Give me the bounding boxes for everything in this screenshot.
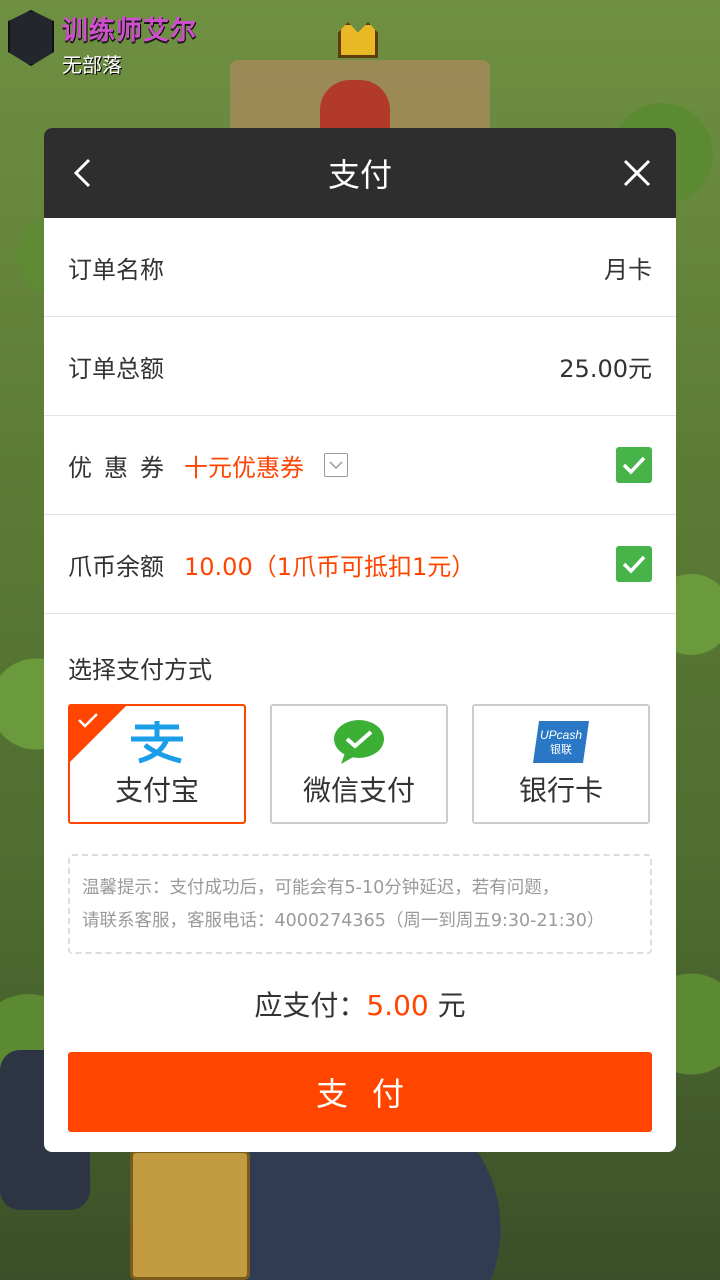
coin-balance-value: 10.00（1爪币可抵扣1元）: [184, 552, 476, 581]
coin-checkbox[interactable]: [616, 546, 652, 582]
close-icon: [623, 159, 651, 187]
tip-line: 温馨提示：支付成功后，可能会有5-10分钟延迟，若有问题，: [82, 878, 560, 898]
check-icon: [622, 456, 646, 475]
modal-title: 支付: [327, 156, 392, 194]
close-button[interactable]: [612, 148, 662, 198]
method-wechat[interactable]: 微信支付: [270, 704, 448, 824]
payable-suffix: 元: [428, 989, 466, 1022]
svg-text:UPcash: UPcash: [540, 728, 582, 742]
order-total-label: 订单总额: [68, 354, 164, 383]
payable-prefix: 应支付：: [254, 989, 367, 1022]
pay-button[interactable]: 支付: [68, 1052, 652, 1132]
player-name: 训练师艾尔: [62, 16, 198, 46]
coupon-row: 优惠券 十元优惠券: [44, 416, 676, 515]
chevron-down-icon: [329, 461, 343, 470]
modal-header: 支付: [44, 128, 676, 218]
game-card: [130, 1150, 250, 1280]
order-name-value: 月卡: [604, 255, 652, 284]
order-total-value: 25.00元: [559, 354, 652, 383]
payment-methods: 支付宝 微信支付 UPcash 银联 银行卡: [44, 704, 676, 824]
payment-tip: 温馨提示：支付成功后，可能会有5-10分钟延迟，若有问题， 请联系客服，客服电话…: [68, 854, 652, 954]
coin-balance-row: 爪币余额 10.00（1爪币可抵扣1元）: [44, 515, 676, 614]
coupon-value[interactable]: 十元优惠券: [184, 448, 304, 483]
check-icon: [78, 713, 98, 728]
method-alipay[interactable]: 支付宝: [68, 704, 246, 824]
method-label: 支付宝: [114, 774, 199, 807]
method-label: 银行卡: [518, 774, 603, 807]
clan-shield-icon: [8, 10, 54, 66]
tip-line: 请联系客服，客服电话：4000274365（周一到周五9:30-21:30）: [82, 911, 605, 931]
method-bank-card[interactable]: UPcash 银联 银行卡: [472, 704, 650, 824]
coupon-dropdown-button[interactable]: [324, 453, 348, 477]
unionpay-icon: UPcash 银联: [533, 721, 589, 763]
method-label: 微信支付: [302, 774, 415, 807]
order-name-row: 订单名称 月卡: [44, 218, 676, 317]
coupon-checkbox[interactable]: [616, 447, 652, 483]
order-total-row: 订单总额 25.00元: [44, 317, 676, 416]
payable-value: 5.00: [366, 989, 429, 1022]
wechat-pay-icon: [334, 720, 384, 764]
back-button[interactable]: [58, 148, 108, 198]
coin-balance-label: 爪币余额: [68, 552, 164, 581]
payment-modal: 支付 订单名称 月卡 订单总额 25.00元 优惠券 十元优惠券 爪币余额 10…: [44, 128, 676, 1152]
chevron-left-icon: [73, 158, 91, 188]
coupon-label: 优惠券: [68, 453, 176, 482]
svg-text:银联: 银联: [550, 742, 572, 756]
payable-amount: 应支付：5.00 元: [44, 984, 676, 1024]
payment-method-title: 选择支付方式: [68, 656, 212, 684]
order-name-label: 订单名称: [68, 255, 164, 284]
clan-name: 无部落: [62, 53, 122, 77]
player-hud: 训练师艾尔 无部落: [8, 10, 197, 78]
alipay-icon: [131, 721, 183, 764]
check-icon: [622, 555, 646, 574]
